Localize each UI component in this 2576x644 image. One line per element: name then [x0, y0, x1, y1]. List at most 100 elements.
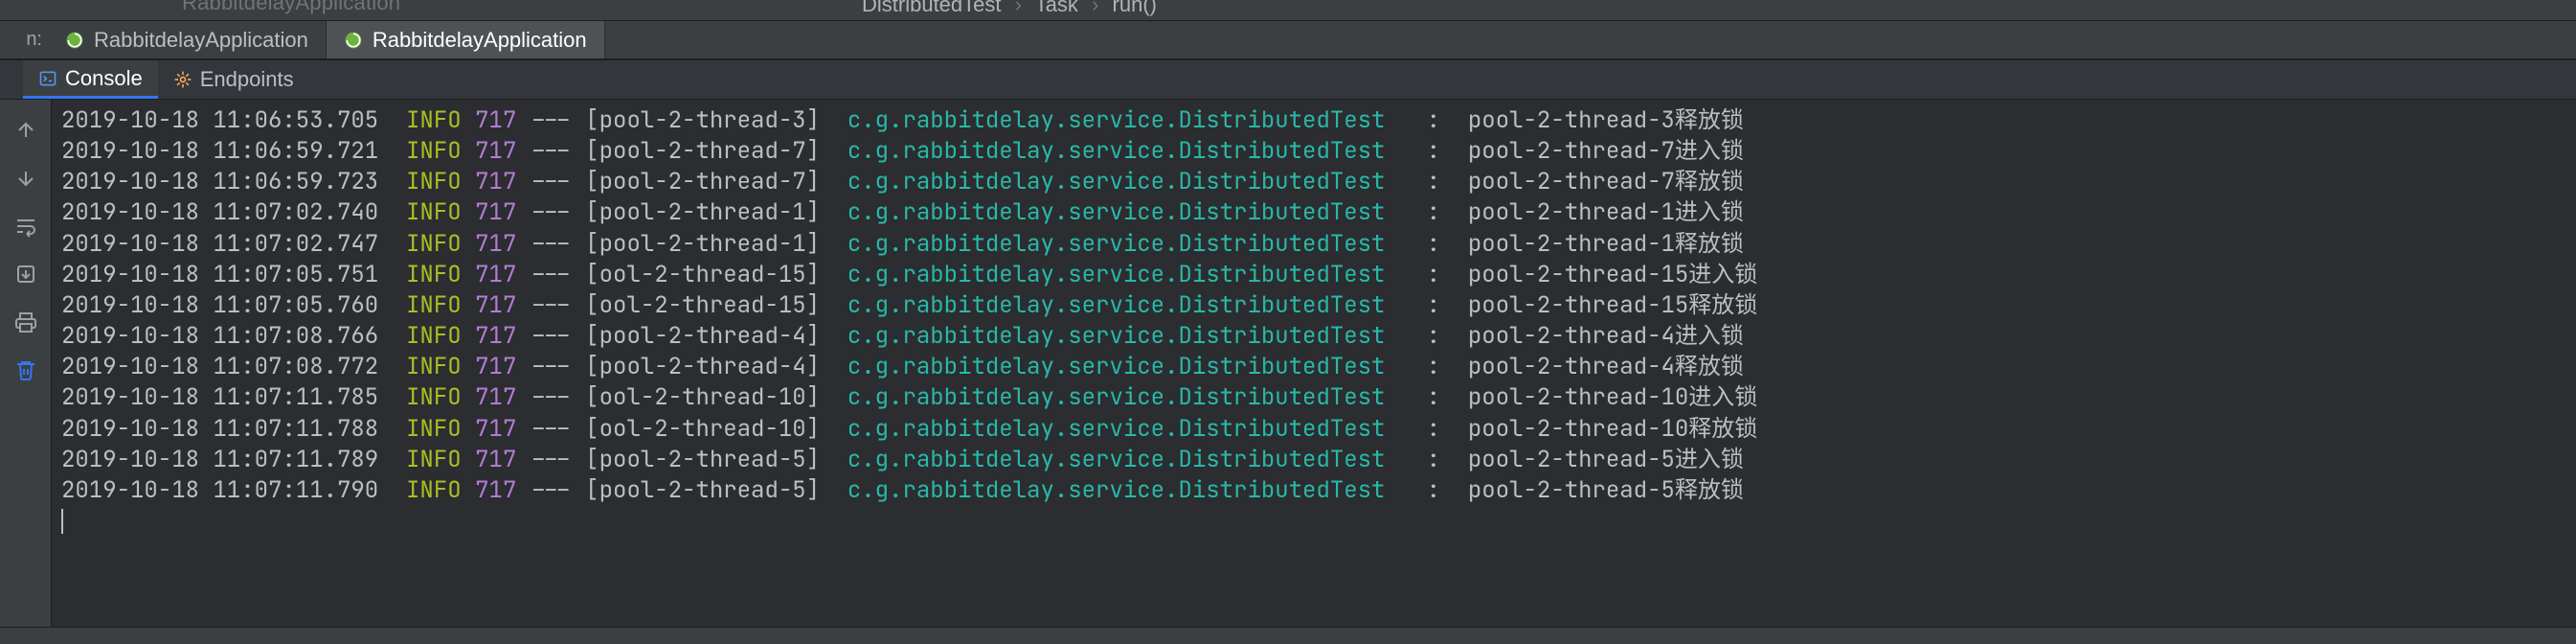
log-timestamp: 2019-10-18 11:06:59.723 — [61, 167, 378, 196]
log-dashes: --- — [531, 445, 572, 474]
log-thread: [pool-2-thread-7] — [585, 136, 833, 166]
log-pid: 717 — [475, 197, 516, 227]
log-pid: 717 — [475, 382, 516, 412]
log-dashes: --- — [531, 414, 572, 444]
log-message: pool-2-thread-10进入锁 — [1468, 382, 1757, 412]
crumb-inner[interactable]: Task — [1035, 0, 1078, 16]
log-timestamp: 2019-10-18 11:07:11.785 — [61, 382, 378, 412]
log-sep: : — [1427, 414, 1440, 444]
console-gutter — [0, 100, 52, 627]
toolwindow-tab-bar: Console Endpoints — [0, 59, 2576, 100]
log-level: INFO — [406, 105, 462, 135]
log-pid: 717 — [475, 229, 516, 259]
log-level: INFO — [406, 167, 462, 196]
log-message: pool-2-thread-15释放锁 — [1468, 290, 1757, 320]
log-pid: 717 — [475, 414, 516, 444]
spring-boot-icon — [65, 31, 84, 50]
log-timestamp: 2019-10-18 11:06:53.705 — [61, 105, 378, 135]
console-icon — [38, 69, 57, 88]
soft-wrap-icon[interactable] — [12, 213, 39, 240]
log-dashes: --- — [531, 167, 572, 196]
log-level: INFO — [406, 260, 462, 289]
console-caret — [61, 506, 2570, 537]
log-timestamp: 2019-10-18 11:07:02.747 — [61, 229, 378, 259]
log-sep: : — [1427, 321, 1440, 351]
log-dashes: --- — [531, 229, 572, 259]
log-level: INFO — [406, 475, 462, 505]
log-sep: : — [1427, 229, 1440, 259]
log-dashes: --- — [531, 290, 572, 320]
log-logger: c.g.rabbitdelay.service.DistributedTest — [847, 414, 1399, 444]
log-sep: : — [1427, 445, 1440, 474]
log-thread: [pool-2-thread-5] — [585, 445, 833, 474]
breadcrumb: DistributedTest › Task › run() — [862, 0, 1157, 17]
chevron-right-icon: › — [1007, 0, 1029, 16]
log-level: INFO — [406, 352, 462, 381]
log-message: pool-2-thread-3释放锁 — [1468, 105, 1744, 135]
log-thread: [ool-2-thread-10] — [585, 382, 833, 412]
endpoints-icon — [173, 70, 192, 89]
log-sep: : — [1427, 352, 1440, 381]
log-line: 2019-10-18 11:06:53.705 INFO 717 --- [po… — [61, 105, 2570, 136]
log-message: pool-2-thread-1进入锁 — [1468, 197, 1744, 227]
arrow-up-icon[interactable] — [12, 117, 39, 144]
log-dashes: --- — [531, 382, 572, 412]
log-sep: : — [1427, 105, 1440, 135]
log-thread: [pool-2-thread-7] — [585, 167, 833, 196]
toolwindow-tab-label: Endpoints — [200, 67, 294, 92]
editor-crumb-strip: RabbitdelayApplication DistributedTest ›… — [0, 0, 2576, 21]
run-config-tab-bar: n: RabbitdelayApplication RabbitdelayApp… — [0, 21, 2576, 59]
log-line: 2019-10-18 11:07:11.788 INFO 717 --- [oo… — [61, 414, 2570, 445]
scroll-to-end-icon[interactable] — [12, 261, 39, 288]
log-timestamp: 2019-10-18 11:07:05.760 — [61, 290, 378, 320]
log-line: 2019-10-18 11:06:59.721 INFO 717 --- [po… — [61, 136, 2570, 167]
log-message: pool-2-thread-5进入锁 — [1468, 445, 1744, 474]
log-sep: : — [1427, 260, 1440, 289]
log-thread: [ool-2-thread-15] — [585, 260, 833, 289]
log-logger: c.g.rabbitdelay.service.DistributedTest — [847, 445, 1399, 474]
arrow-down-icon[interactable] — [12, 165, 39, 192]
log-line: 2019-10-18 11:07:05.751 INFO 717 --- [oo… — [61, 260, 2570, 290]
console-output[interactable]: 2019-10-18 11:06:53.705 INFO 717 --- [po… — [52, 100, 2576, 627]
log-logger: c.g.rabbitdelay.service.DistributedTest — [847, 290, 1399, 320]
console-tab[interactable]: Console — [23, 60, 158, 99]
log-level: INFO — [406, 445, 462, 474]
log-line: 2019-10-18 11:06:59.723 INFO 717 --- [po… — [61, 167, 2570, 197]
log-sep: : — [1427, 475, 1440, 505]
log-message: pool-2-thread-10释放锁 — [1468, 414, 1757, 444]
print-icon[interactable] — [12, 309, 39, 335]
log-level: INFO — [406, 136, 462, 166]
crumb-method[interactable]: run() — [1113, 0, 1157, 16]
log-sep: : — [1427, 382, 1440, 412]
log-thread: [pool-2-thread-3] — [585, 105, 833, 135]
log-sep: : — [1427, 290, 1440, 320]
log-line: 2019-10-18 11:07:02.747 INFO 717 --- [po… — [61, 229, 2570, 260]
log-dashes: --- — [531, 260, 572, 289]
log-line: 2019-10-18 11:07:11.785 INFO 717 --- [oo… — [61, 382, 2570, 413]
log-dashes: --- — [531, 197, 572, 227]
log-logger: c.g.rabbitdelay.service.DistributedTest — [847, 352, 1399, 381]
log-message: pool-2-thread-5释放锁 — [1468, 475, 1744, 505]
crumb-class[interactable]: DistributedTest — [862, 0, 1002, 16]
log-level: INFO — [406, 321, 462, 351]
log-message: pool-2-thread-4进入锁 — [1468, 321, 1744, 351]
log-sep: : — [1427, 136, 1440, 166]
log-logger: c.g.rabbitdelay.service.DistributedTest — [847, 105, 1399, 135]
log-logger: c.g.rabbitdelay.service.DistributedTest — [847, 321, 1399, 351]
run-config-tab[interactable]: RabbitdelayApplication — [327, 21, 605, 58]
run-config-tab-label: RabbitdelayApplication — [94, 28, 308, 53]
log-level: INFO — [406, 290, 462, 320]
log-logger: c.g.rabbitdelay.service.DistributedTest — [847, 382, 1399, 412]
log-dashes: --- — [531, 136, 572, 166]
log-line: 2019-10-18 11:07:11.789 INFO 717 --- [po… — [61, 445, 2570, 475]
log-line: 2019-10-18 11:07:08.766 INFO 717 --- [po… — [61, 321, 2570, 352]
log-dashes: --- — [531, 352, 572, 381]
log-level: INFO — [406, 229, 462, 259]
endpoints-tab[interactable]: Endpoints — [158, 60, 309, 99]
log-thread: [pool-2-thread-5] — [585, 475, 833, 505]
log-timestamp: 2019-10-18 11:07:05.751 — [61, 260, 378, 289]
run-config-tab[interactable]: RabbitdelayApplication — [48, 21, 327, 58]
log-level: INFO — [406, 197, 462, 227]
status-bar — [0, 627, 2576, 644]
trash-icon[interactable] — [12, 356, 39, 383]
